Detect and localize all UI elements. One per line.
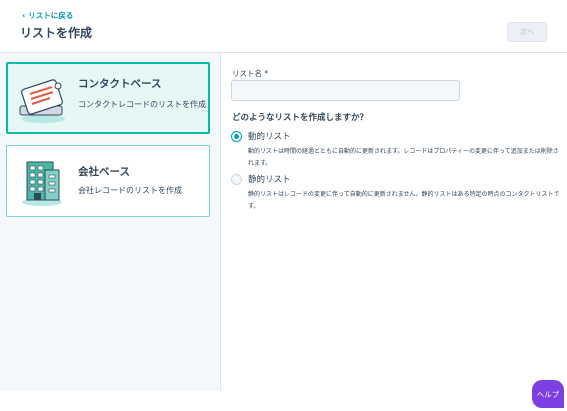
active-list-description: 動的リストは時間の経過とともに自動的に更新されます。レコードはプロパティーの変更… [248,148,559,167]
list-name-label: リスト名 * [232,69,269,78]
static-list-label: 静的リスト [248,175,291,185]
contact-card-description: コンタクトレコードのリストを作成 [78,100,206,109]
list-name-input[interactable] [231,80,460,101]
list-type-panel: コンタクトベース コンタクトレコードのリストを作成 会社ベース 会社レコードのリ… [0,53,221,391]
back-link-label: リストに戻る [28,11,74,20]
list-settings-panel: リスト名 * どのようなリストを作成しますか？ 動的リスト 動的リストは時間の経… [222,53,567,391]
list-type-question: どのようなリストを作成しますか？ [232,113,369,123]
help-button[interactable]: ヘルプ [532,380,564,408]
static-list-radio[interactable] [231,174,242,185]
back-to-lists-link[interactable]: ‹ リストに戻る [22,10,73,21]
contact-based-card[interactable]: コンタクトベース コンタクトレコードのリストを作成 [6,62,210,134]
building-icon [22,161,62,206]
active-list-radio[interactable] [231,131,242,142]
chevron-left-icon: ‹ [22,10,26,20]
company-card-title: 会社ベース [78,166,130,178]
active-list-label: 動的リスト [248,132,291,142]
company-based-card[interactable]: 会社ベース 会社レコードのリストを作成 [6,145,210,217]
page-title: リストを作成 [20,26,93,40]
contact-card-title: コンタクトベース [78,78,162,90]
company-card-description: 会社レコードのリストを作成 [78,186,182,195]
contact-card-icon [19,79,65,123]
page-header: ‹ リストに戻る リストを作成 次へ [0,0,567,53]
next-button[interactable]: 次へ [507,22,547,42]
static-list-description: 静的リストはレコードの変更に伴って自動的に更新されません。静的リストはある特定の… [248,191,560,210]
